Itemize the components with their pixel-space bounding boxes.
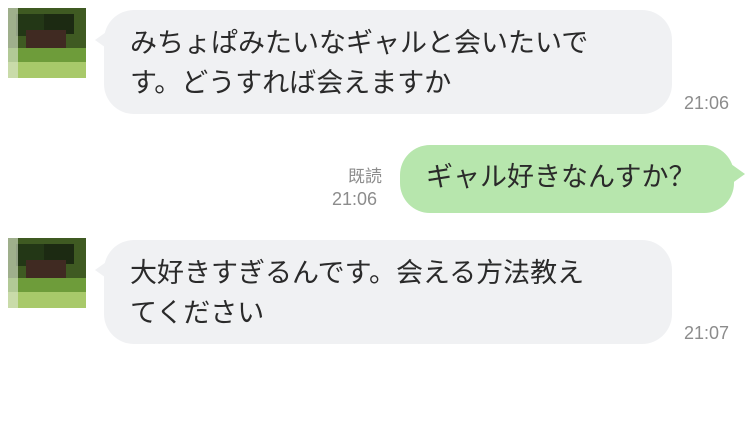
bubble-tail [731, 164, 745, 184]
sender-avatar[interactable] [8, 8, 86, 78]
outgoing-message-bubble[interactable]: ギャル好きなんすか？ [400, 145, 734, 213]
message-timestamp: 21:06 [332, 189, 378, 209]
sender-avatar[interactable] [8, 238, 86, 308]
message-text-line: 大好きすぎるんです。会える方法教え [130, 258, 585, 289]
message-text-line: みちょぱみたいなギャルと会いたいで [130, 28, 589, 59]
message-timestamp: 21:07 [684, 323, 730, 343]
message-timestamp: 21:06 [684, 93, 730, 113]
incoming-message-bubble[interactable]: 大好きすぎるんです。会える方法教え てください [104, 240, 672, 344]
message-text-line: てください [130, 298, 265, 329]
read-receipt: 既読 [348, 167, 382, 187]
message-text-line: す。どうすれば会えますか [130, 68, 452, 99]
incoming-message-bubble[interactable]: みちょぱみたいなギャルと会いたいで す。どうすれば会えますか [104, 10, 672, 114]
message-text: ギャル好きなんすか？ [426, 162, 696, 193]
chat-thread: みちょぱみたいなギャルと会いたいで す。どうすれば会えますか 21:06 既読 … [0, 0, 750, 446]
